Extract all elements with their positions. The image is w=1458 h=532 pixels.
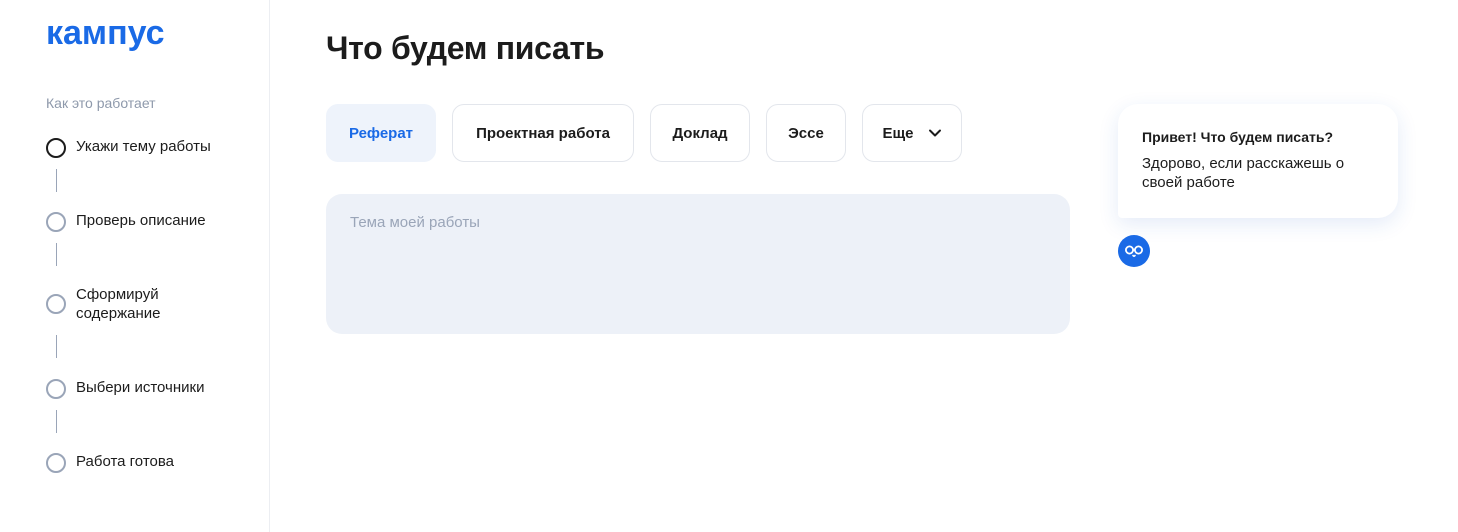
step-label: Выбери источники [76,379,205,396]
svg-text:кампус: кампус [46,14,165,52]
more-label: Еще [882,124,914,142]
step-contents[interactable]: Сформируй содержание [46,285,236,323]
assistant-greeting-title: Привет! Что будем писать? [1142,129,1334,145]
step-connector [56,335,57,358]
work-type-project[interactable]: Проектная работа [452,104,634,162]
logo[interactable]: кампус [46,12,206,56]
step-label: Сформируй содержание [76,286,161,322]
step-done[interactable]: Работа готова [46,452,236,473]
step-circle-icon [46,453,66,473]
topic-placeholder: Тема моей работы [350,214,480,231]
work-type-essay[interactable]: Эссе [766,104,846,162]
step-label: Укажи тему работы [76,138,211,155]
work-type-report[interactable]: Доклад [650,104,750,162]
step-label: Проверь описание [76,212,206,229]
assistant-message: Привет! Что будем писать? Здорово, если … [1118,104,1398,218]
step-sources[interactable]: Выбери источники [46,378,236,399]
how-it-works-label: Как это работает [46,95,156,111]
chevron-down-icon [928,126,942,140]
step-connector [56,243,57,266]
work-type-more-dropdown[interactable]: Еще [862,104,962,162]
page-title: Что будем писать [326,30,605,66]
step-circle-icon [46,138,66,158]
step-circle-icon [46,212,66,232]
step-connector [56,410,57,433]
step-label: Работа готова [76,453,175,470]
topic-input[interactable]: Тема моей работы [326,194,1070,334]
sidebar: кампус Как это работает Укажи тему работ… [0,0,270,532]
work-type-selector: Реферат Проектная работа Доклад Эссе Еще [326,104,962,162]
step-description[interactable]: Проверь описание [46,211,236,232]
step-connector [56,169,57,192]
step-topic[interactable]: Укажи тему работы [46,137,236,158]
work-type-referat[interactable]: Реферат [326,104,436,162]
bot-glasses-icon [1118,235,1150,267]
assistant-greeting-text: Здорово, если расскажешь о своей работе [1142,155,1345,191]
step-circle-icon [46,294,66,314]
step-circle-icon [46,379,66,399]
